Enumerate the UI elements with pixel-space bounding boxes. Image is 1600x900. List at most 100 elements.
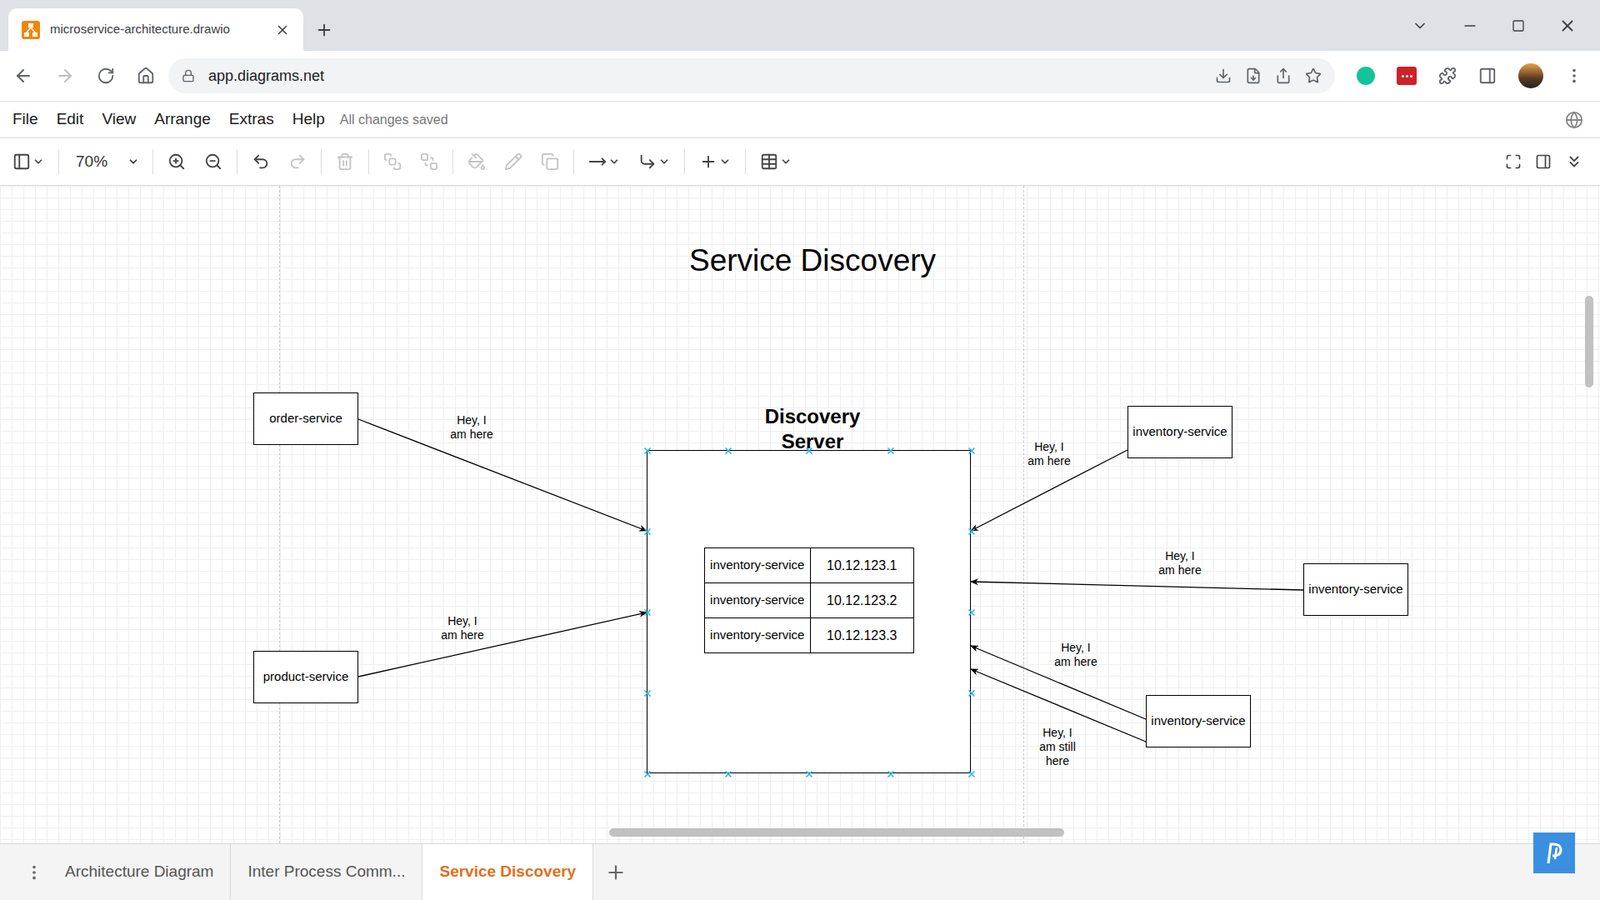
edge-arrow[interactable] — [358, 419, 647, 531]
selection-handle-icon[interactable] — [644, 609, 652, 617]
vertical-scrollbar[interactable] — [1585, 295, 1594, 388]
chrome-menu-icon[interactable] — [1565, 66, 1584, 85]
registry-ip-cell[interactable]: 10.12.123.2 — [810, 583, 915, 619]
selection-handle-icon[interactable] — [725, 770, 733, 779]
fullscreen-icon[interactable] — [1505, 153, 1522, 170]
page-tab[interactable]: Inter Process Comm... — [230, 844, 423, 900]
side-panel-icon[interactable] — [1478, 66, 1497, 85]
page-tab[interactable]: Service Discovery — [422, 844, 594, 900]
menu-item[interactable]: Help — [292, 107, 325, 132]
selection-handle-icon[interactable] — [968, 447, 976, 455]
reload-icon[interactable] — [96, 66, 115, 85]
toolbar-button[interactable] — [531, 145, 569, 179]
toolbar-button[interactable] — [579, 145, 630, 179]
menu-item[interactable]: Arrange — [154, 107, 211, 132]
tab-search-icon[interactable] — [1411, 17, 1429, 35]
selection-handle-icon[interactable] — [887, 447, 895, 455]
toolbar-button[interactable] — [3, 145, 54, 179]
edge-label[interactable]: Hey, I am here — [1027, 440, 1070, 469]
toolbar-button[interactable] — [374, 145, 411, 179]
page-tab[interactable]: Architecture Diagram — [48, 844, 231, 900]
menu-item[interactable]: Extras — [229, 107, 275, 132]
share-icon[interactable] — [1275, 67, 1292, 85]
selection-handle-icon[interactable] — [968, 770, 976, 779]
install-icon[interactable] — [1215, 67, 1232, 85]
edge-arrow[interactable] — [358, 612, 647, 677]
new-tab-button[interactable] — [303, 8, 345, 51]
registry-row[interactable]: inventory-service10.12.123.2 — [705, 583, 915, 619]
diagram-title[interactable]: Service Discovery — [689, 237, 936, 285]
registry-service-cell[interactable]: inventory-service — [705, 618, 811, 654]
edge-arrow[interactable] — [970, 581, 1304, 590]
home-icon[interactable] — [136, 66, 155, 85]
toolbar-button[interactable] — [750, 145, 801, 179]
registry-table[interactable]: inventory-service10.12.123.1inventory-se… — [704, 547, 915, 654]
collapse-icon[interactable] — [1565, 152, 1584, 171]
service-node[interactable]: order-service — [253, 392, 359, 445]
selection-handle-icon[interactable] — [644, 447, 652, 455]
registry-ip-cell[interactable]: 10.12.123.3 — [810, 618, 915, 654]
minimize-icon[interactable] — [1461, 17, 1479, 35]
close-window-icon[interactable] — [1558, 16, 1577, 35]
pages-menu-button[interactable] — [20, 844, 49, 900]
registry-ip-cell[interactable]: 10.12.123.1 — [810, 548, 915, 584]
selection-handle-icon[interactable] — [644, 528, 652, 536]
toolbar-button[interactable] — [279, 145, 316, 179]
extensions-icon[interactable] — [1438, 66, 1457, 85]
toolbar-button[interactable] — [242, 145, 280, 179]
format-toggle-icon[interactable] — [1535, 153, 1552, 170]
registry-service-cell[interactable]: inventory-service — [705, 548, 811, 584]
grammarly-icon[interactable] — [1356, 66, 1375, 85]
edge-label[interactable]: Hey, I am still here — [1039, 725, 1076, 769]
registry-service-cell[interactable]: inventory-service — [705, 583, 811, 619]
horizontal-scrollbar[interactable] — [609, 828, 1065, 837]
toolbar-button[interactable] — [195, 145, 232, 179]
service-node[interactable]: inventory-service — [1303, 563, 1409, 616]
avatar-icon[interactable] — [1518, 63, 1544, 89]
omnibox[interactable]: app.diagrams.net — [168, 58, 1335, 94]
edge-label[interactable]: Hey, I am here — [440, 614, 484, 643]
registry-row[interactable]: inventory-service10.12.123.3 — [705, 618, 915, 654]
edge-label[interactable]: Hey, I am here — [1158, 549, 1201, 578]
server-label[interactable]: Discovery Server — [745, 404, 880, 455]
forward-icon[interactable] — [55, 65, 75, 86]
menu-item[interactable]: File — [12, 107, 39, 132]
bookmark-star-icon[interactable] — [1305, 67, 1322, 85]
back-icon[interactable] — [13, 65, 34, 86]
edge-label[interactable]: Hey, I am here — [1054, 640, 1097, 670]
add-page-button[interactable] — [593, 844, 639, 900]
registry-row[interactable]: inventory-service10.12.123.1 — [705, 548, 915, 584]
edge-label[interactable]: Hey, I am here — [450, 413, 493, 442]
selection-handle-icon[interactable] — [725, 447, 733, 455]
selection-handle-icon[interactable] — [968, 528, 976, 536]
menu-item[interactable]: View — [101, 107, 136, 132]
selection-handle-icon[interactable] — [805, 770, 814, 779]
extension-icon[interactable] — [1396, 66, 1417, 85]
save-page-icon[interactable] — [1245, 67, 1262, 85]
toolbar-button[interactable] — [158, 145, 195, 179]
selection-handle-icon[interactable] — [805, 447, 814, 455]
service-node[interactable]: inventory-service — [1145, 695, 1251, 748]
service-node[interactable]: inventory-service — [1127, 405, 1233, 459]
toolbar-button[interactable] — [629, 145, 680, 179]
selection-handle-icon[interactable] — [887, 770, 895, 779]
language-icon[interactable] — [1565, 110, 1584, 130]
selection-handle-icon[interactable] — [644, 770, 652, 779]
zoom-select[interactable]: 70% — [64, 145, 148, 179]
selection-handle-icon[interactable] — [644, 690, 652, 698]
diagram-canvas[interactable]: Service Discovery Discovery Server invento… — [0, 185, 1600, 844]
discovery-server-box[interactable]: inventory-service10.12.123.1inventory-se… — [646, 450, 971, 774]
toolbar-button[interactable] — [326, 145, 364, 179]
toolbar-button[interactable] — [410, 145, 448, 179]
selection-handle-icon[interactable] — [968, 609, 976, 617]
service-node[interactable]: product-service — [253, 650, 359, 704]
toolbar-button[interactable] — [690, 145, 740, 179]
menu-item[interactable]: Edit — [56, 107, 85, 132]
browser-tab[interactable]: microservice-architecture.drawio — [8, 8, 304, 51]
close-tab-icon[interactable] — [275, 22, 290, 38]
toolbar-button[interactable] — [458, 145, 495, 179]
selection-handle-icon[interactable] — [968, 690, 976, 698]
app-badge[interactable] — [1533, 832, 1575, 874]
maximize-icon[interactable] — [1511, 19, 1525, 33]
toolbar-button[interactable] — [495, 145, 532, 179]
